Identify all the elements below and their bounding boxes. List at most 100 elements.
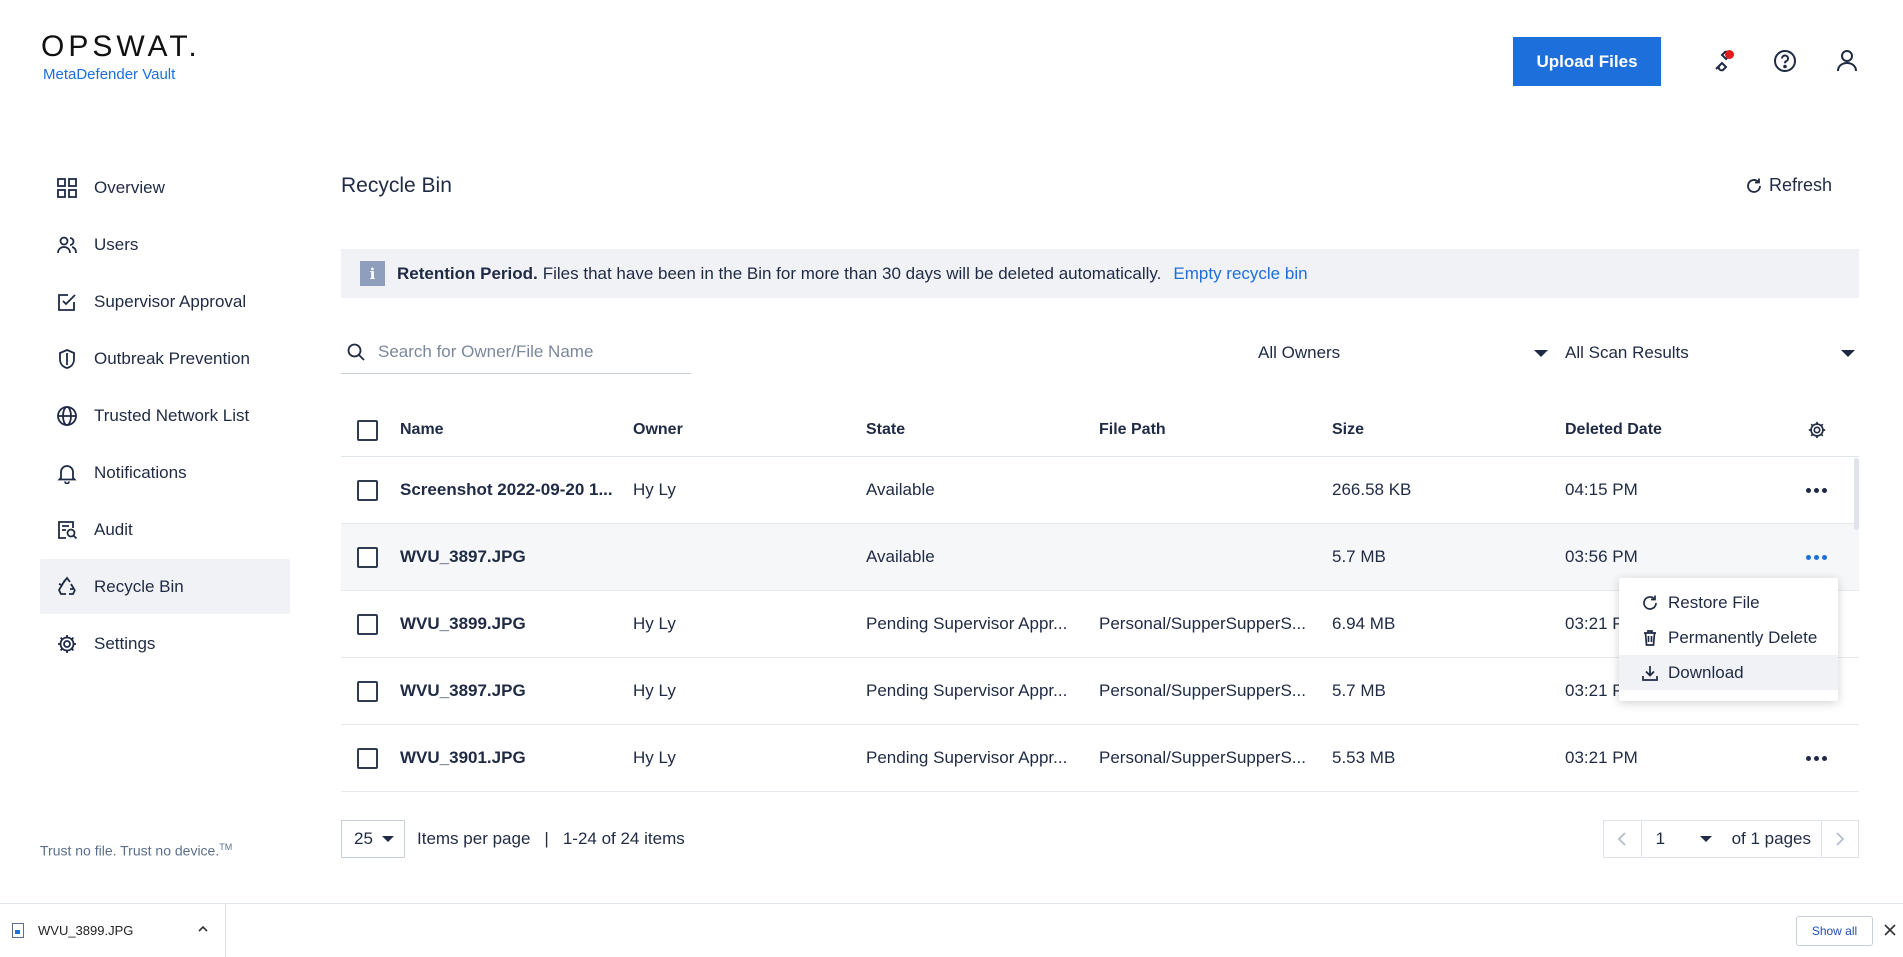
prev-page-icon[interactable] bbox=[1604, 820, 1641, 858]
chevron-down-icon bbox=[1534, 349, 1548, 357]
row-checkbox[interactable] bbox=[357, 747, 378, 769]
owners-filter-value: All Owners bbox=[1258, 343, 1341, 362]
trash-icon bbox=[1644, 629, 1656, 646]
audit-icon bbox=[58, 520, 78, 539]
gear-icon bbox=[58, 634, 76, 653]
recycle-icon bbox=[57, 576, 76, 595]
row-checkbox[interactable] bbox=[357, 680, 378, 702]
sidebar-item-recycle-bin[interactable]: Recycle Bin bbox=[40, 559, 290, 614]
row-context-menu: Restore File Permanently Delete Download bbox=[1619, 578, 1838, 701]
row-checkbox[interactable] bbox=[357, 479, 378, 501]
restore-file-menu-item[interactable]: Restore File bbox=[1619, 585, 1838, 620]
column-header-size[interactable]: Size bbox=[1332, 421, 1565, 439]
browser-download-bar: WVU_3899.JPG Show all bbox=[0, 903, 1903, 957]
table-row[interactable]: Screenshot 2022-09-20 1... Hy Ly Availab… bbox=[341, 457, 1859, 524]
items-range: 1-24 of 24 items bbox=[562, 829, 685, 848]
table-row[interactable]: WVU_3901.JPG Hy Ly Pending Supervisor Ap… bbox=[341, 725, 1859, 792]
file-owner: Hy Ly bbox=[633, 480, 676, 499]
banner-text: Files that have been in the Bin for more… bbox=[542, 263, 1162, 283]
users-icon bbox=[57, 236, 77, 253]
sidebar-item-settings[interactable]: Settings bbox=[40, 616, 290, 671]
column-header-owner[interactable]: Owner bbox=[633, 421, 866, 439]
file-name: WVU_3901.JPG bbox=[400, 748, 526, 767]
sidebar-item-label: Users bbox=[94, 234, 139, 254]
user-account-icon[interactable] bbox=[1833, 47, 1861, 75]
select-all-checkbox[interactable] bbox=[357, 419, 378, 441]
top-header: OPSWAT. MetaDefender Vault Upload Files bbox=[0, 0, 1903, 125]
file-state: Available bbox=[866, 547, 935, 566]
search-input[interactable] bbox=[378, 341, 668, 362]
refresh-icon bbox=[1747, 178, 1761, 193]
show-all-button[interactable]: Show all bbox=[1796, 916, 1873, 946]
shield-icon bbox=[59, 348, 75, 369]
per-page-value: 25 bbox=[354, 829, 373, 848]
sidebar-item-label: Overview bbox=[94, 177, 165, 197]
file-owner: Hy Ly bbox=[633, 748, 676, 767]
sidebar-item-notifications[interactable]: Notifications bbox=[40, 445, 290, 500]
total-pages: of 1 pages bbox=[1731, 829, 1811, 848]
table-scrollbar[interactable] bbox=[1854, 458, 1859, 530]
file-icon bbox=[12, 923, 24, 938]
page-title: Recycle Bin bbox=[341, 174, 452, 197]
sidebar-item-label: Notifications bbox=[94, 462, 187, 482]
gear-icon[interactable] bbox=[1807, 420, 1827, 440]
upload-files-button[interactable]: Upload Files bbox=[1513, 37, 1661, 86]
chevron-down-icon bbox=[382, 836, 394, 842]
pagination: 25 Items per page | 1-24 of 24 items 1 o… bbox=[341, 820, 1859, 858]
sidebar-item-label: Trusted Network List bbox=[94, 405, 250, 425]
approval-icon bbox=[58, 293, 76, 311]
row-checkbox[interactable] bbox=[357, 546, 378, 568]
more-actions-icon[interactable] bbox=[1806, 487, 1827, 493]
file-state: Pending Supervisor Appr... bbox=[866, 681, 1068, 700]
column-header-name[interactable]: Name bbox=[400, 421, 633, 439]
empty-recycle-bin-link[interactable]: Empty recycle bin bbox=[1173, 264, 1307, 284]
sidebar-item-trusted-network-list[interactable]: Trusted Network List bbox=[40, 388, 290, 443]
more-actions-icon[interactable] bbox=[1806, 554, 1827, 560]
download-icon bbox=[1642, 665, 1658, 681]
column-header-state[interactable]: State bbox=[866, 421, 1099, 439]
sidebar-item-audit[interactable]: Audit bbox=[40, 502, 290, 557]
file-size: 5.7 MB bbox=[1332, 681, 1386, 700]
column-header-deleted-date[interactable]: Deleted Date bbox=[1565, 421, 1765, 439]
file-name: WVU_3899.JPG bbox=[400, 614, 526, 633]
globe-icon bbox=[57, 405, 77, 426]
download-menu-item[interactable]: Download bbox=[1619, 655, 1838, 690]
help-icon[interactable] bbox=[1771, 47, 1799, 75]
row-checkbox[interactable] bbox=[357, 613, 378, 635]
pagination-separator: | bbox=[544, 829, 549, 848]
next-page-icon[interactable] bbox=[1821, 820, 1858, 858]
download-file-name: WVU_3899.JPG bbox=[38, 923, 134, 938]
product-name: MetaDefender Vault bbox=[43, 66, 176, 83]
file-path: Personal/SupperSupperS... bbox=[1099, 681, 1306, 700]
file-state: Available bbox=[866, 480, 935, 499]
sidebar-item-outbreak-prevention[interactable]: Outbreak Prevention bbox=[40, 331, 290, 386]
sidebar-item-supervisor-approval[interactable]: Supervisor Approval bbox=[40, 274, 290, 329]
owners-filter-select[interactable]: All Owners bbox=[1258, 333, 1548, 373]
scan-results-filter-select[interactable]: All Scan Results bbox=[1565, 333, 1855, 373]
search-icon bbox=[347, 343, 365, 361]
menu-item-label: Download bbox=[1668, 662, 1744, 682]
column-settings[interactable] bbox=[1765, 420, 1835, 440]
sidebar-item-users[interactable]: Users bbox=[40, 217, 290, 272]
scan-filter-value: All Scan Results bbox=[1565, 343, 1689, 362]
file-size: 5.7 MB bbox=[1332, 547, 1386, 566]
sidebar-item-label: Audit bbox=[94, 519, 133, 539]
column-header-path[interactable]: File Path bbox=[1099, 421, 1332, 439]
items-per-page-select[interactable]: 25 bbox=[341, 820, 405, 858]
permanently-delete-menu-item[interactable]: Permanently Delete bbox=[1619, 620, 1838, 655]
info-icon: i bbox=[360, 261, 385, 286]
deleted-date: 03:56 PM bbox=[1565, 547, 1638, 566]
more-actions-icon[interactable] bbox=[1806, 755, 1827, 761]
refresh-label: Refresh bbox=[1769, 175, 1833, 195]
page-select[interactable]: 1 bbox=[1640, 820, 1726, 858]
opswat-logo[interactable]: OPSWAT. bbox=[41, 30, 201, 64]
chevron-down-icon bbox=[1841, 349, 1855, 357]
refresh-button[interactable]: Refresh bbox=[1745, 175, 1832, 196]
download-item[interactable]: WVU_3899.JPG bbox=[0, 904, 226, 957]
restore-icon bbox=[1643, 595, 1657, 610]
plug-icon[interactable] bbox=[1710, 47, 1738, 75]
close-icon[interactable] bbox=[1884, 924, 1896, 936]
chevron-up-icon[interactable] bbox=[197, 924, 209, 934]
grid-icon bbox=[57, 177, 77, 198]
sidebar-item-overview[interactable]: Overview bbox=[40, 160, 290, 215]
